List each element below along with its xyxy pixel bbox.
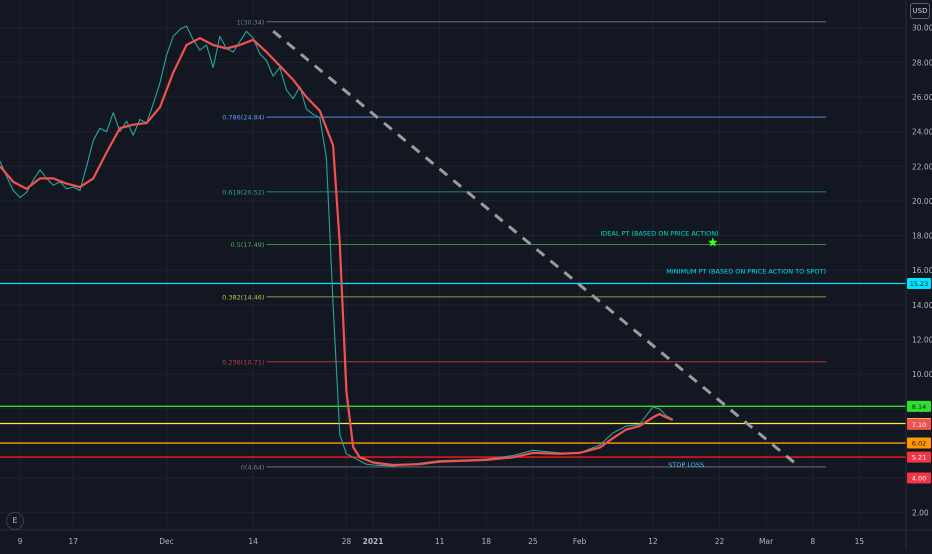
x-tick-label: 8: [810, 537, 815, 546]
x-tick-label: Dec: [159, 537, 174, 546]
price-badge-label: 5.21: [912, 454, 926, 462]
y-tick-label: 10.00: [912, 370, 932, 379]
y-tick-label: 26.00: [912, 93, 932, 102]
price-badge-label: 6.02: [912, 440, 926, 448]
y-tick-label: 28.00: [912, 58, 932, 67]
star-icon[interactable]: [708, 237, 718, 247]
chart-canvas[interactable]: 1(30.34) 0.786(24.84) 0.618(20.52) 0.5(17.4…: [0, 0, 932, 550]
x-tick-label: 18: [482, 537, 492, 546]
y-tick-label: 30.00: [912, 24, 932, 33]
x-tick-label: 25: [528, 537, 538, 546]
price-badge-label: 7.10: [912, 421, 926, 429]
series-line-1: [0, 36, 674, 467]
fib-level-label: 0(4.64): [241, 463, 265, 471]
x-tick-label: 12: [648, 537, 658, 546]
y-tick-label: 18.00: [912, 232, 932, 241]
x-tick-label: 15: [855, 537, 865, 546]
x-tick-label: 28: [342, 537, 352, 546]
y-tick-label: 24.00: [912, 128, 932, 137]
grid: [0, 0, 906, 530]
currency-badge[interactable]: USD: [910, 3, 930, 19]
annotations: IDEAL PT (BASED ON PRICE ACTION) MINIMUM …: [600, 230, 826, 469]
chart-annotation[interactable]: STOP LOSS: [668, 461, 704, 469]
fib-level-label: 0.786(24.84): [222, 114, 264, 122]
horizontal-levels: [0, 282, 906, 458]
y-tick-label: 14.00: [912, 301, 932, 310]
fib-level-label: 1(30.34): [237, 18, 265, 26]
x-tick-label: Feb: [573, 537, 587, 546]
fib-level-label: 0.382(14.46): [222, 293, 264, 301]
y-tick-label: 22.00: [912, 162, 932, 171]
x-tick-label: 14: [248, 537, 258, 546]
x-tick-label: 9: [18, 537, 23, 546]
x-tick-label: 17: [69, 537, 79, 546]
price-series: [0, 25, 674, 467]
y-tick-label: 12.00: [912, 335, 932, 344]
price-badge-label: 15.23: [910, 280, 929, 288]
y-tick-label: 16.00: [912, 266, 932, 275]
fib-level-label: 0.618(20.52): [222, 188, 264, 196]
series-line-0: [0, 25, 674, 467]
price-badge-label: 8.14: [912, 403, 926, 411]
y-tick-label: 20.00: [912, 197, 932, 206]
price-badge-label: 4.00: [912, 475, 926, 483]
fib-level-label: 0.5(17.49): [230, 241, 264, 249]
fib-level-label: 0.236(10.71): [222, 358, 264, 366]
fibonacci-levels: 1(30.34) 0.786(24.84) 0.618(20.52) 0.5(17.4…: [222, 18, 827, 471]
logo-icon[interactable]: E: [6, 512, 24, 530]
y-tick-label: 2.00: [912, 509, 929, 518]
x-tick-label: 22: [715, 537, 725, 546]
x-tick-label: 2021: [363, 537, 384, 546]
price-chart[interactable]: 1(30.34) 0.786(24.84) 0.618(20.52) 0.5(17.4…: [0, 0, 932, 550]
chart-annotation[interactable]: MINIMUM PT (BASED ON PRICE ACTION TO SPO…: [666, 268, 826, 276]
x-tick-label: Mar: [759, 537, 774, 546]
chart-annotation[interactable]: IDEAL PT (BASED ON PRICE ACTION): [600, 230, 718, 238]
x-tick-label: 11: [435, 537, 445, 546]
